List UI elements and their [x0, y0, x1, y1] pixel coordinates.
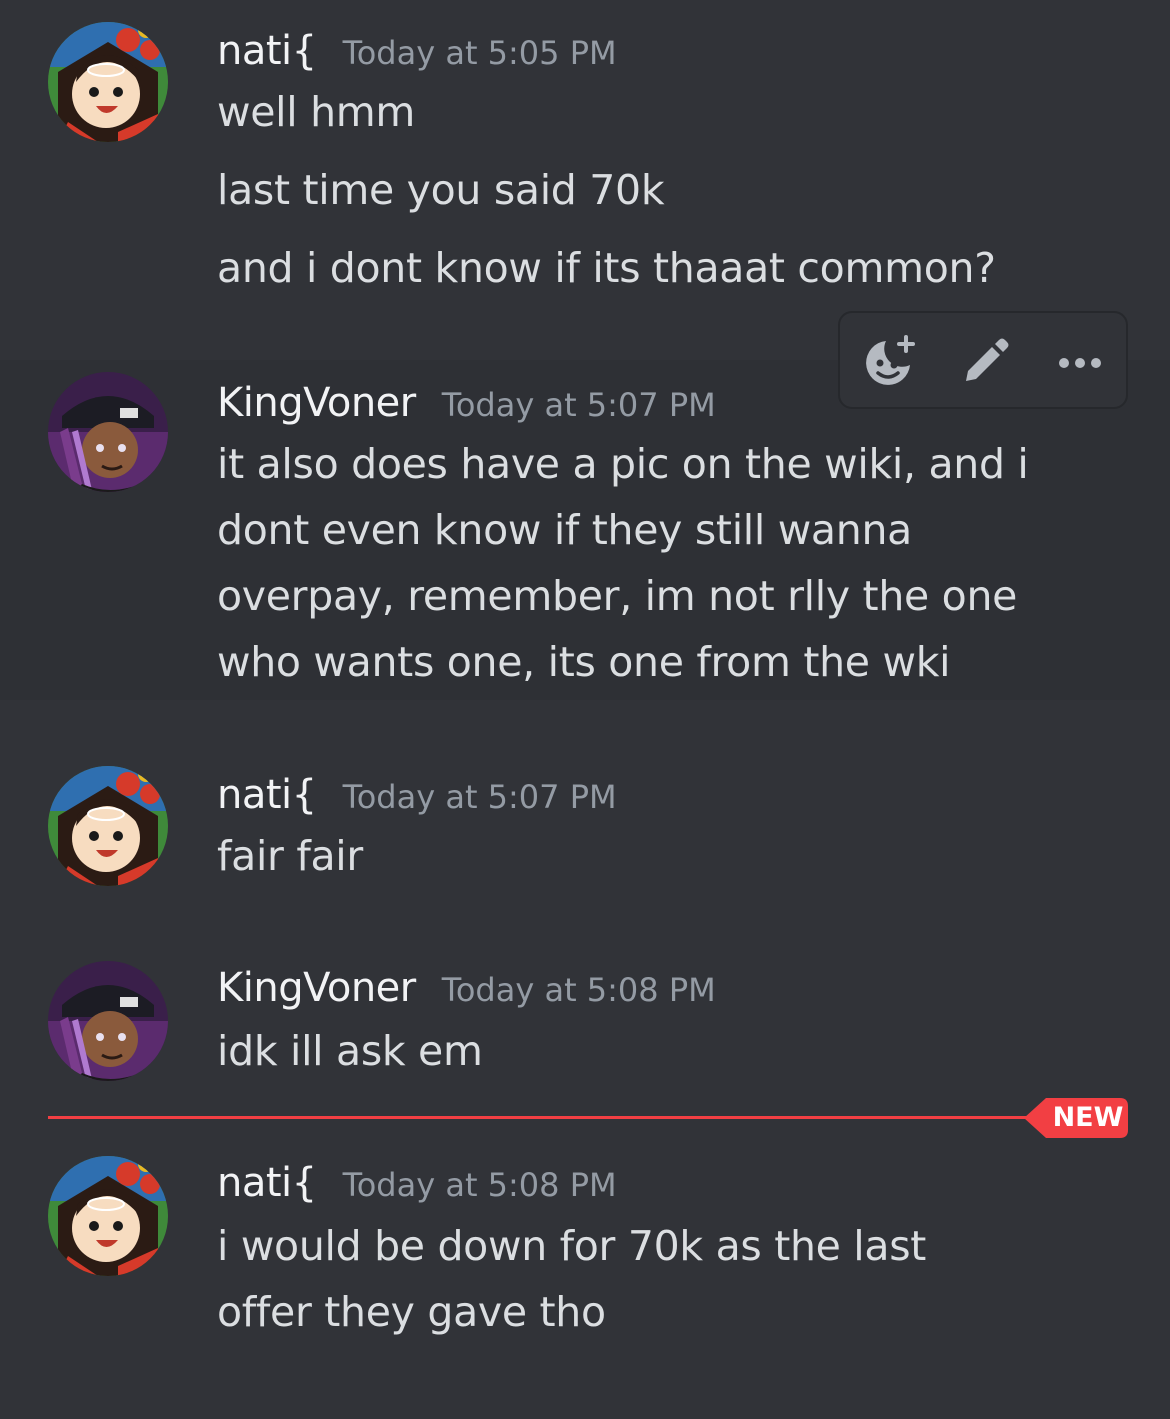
add-reaction-icon [866, 335, 915, 385]
more-options-button[interactable] [1052, 335, 1108, 391]
message-header: KingVoner Today at 5:07 PM [217, 380, 716, 426]
username[interactable]: nati{ [217, 772, 317, 818]
message-text: well hmm [217, 88, 416, 136]
message-group: nati{ Today at 5:08 PM i would be down fo… [0, 1140, 1170, 1380]
message-text: idk ill ask em [217, 1027, 483, 1075]
message-header: nati{ Today at 5:05 PM [217, 28, 617, 74]
message-text: overpay, remember, im not rlly the one [217, 572, 1018, 620]
new-badge-label: NEW [1052, 1102, 1124, 1133]
message-header: KingVoner Today at 5:08 PM [217, 965, 716, 1011]
message-text: it also does have a pic on the wiki, and… [217, 440, 1029, 488]
message-text: offer they gave tho [217, 1288, 606, 1336]
message-text: who wants one, its one from the wki [217, 638, 951, 686]
message-header: nati{ Today at 5:08 PM [217, 1160, 617, 1206]
username[interactable]: nati{ [217, 28, 317, 74]
username[interactable]: KingVoner [217, 965, 416, 1011]
cartoon-character-avatar[interactable] [48, 766, 168, 886]
timestamp: Today at 5:08 PM [342, 1166, 617, 1204]
timestamp: Today at 5:07 PM [342, 778, 617, 816]
message-group-hovered: KingVoner Today at 5:07 PM it also does h… [0, 360, 1170, 700]
edit-message-button[interactable] [956, 335, 1012, 391]
message-group: KingVoner Today at 5:08 PM idk ill ask em [0, 945, 1170, 1095]
message-text: fair fair [217, 832, 363, 880]
message-text: and i dont know if its thaaat common? [217, 244, 996, 292]
cartoon-character-avatar[interactable] [48, 1156, 168, 1276]
more-options-icon [1059, 358, 1101, 368]
chat-message-list: nati{ Today at 5:05 PM well hmm last time… [0, 0, 1170, 1419]
username[interactable]: nati{ [217, 1160, 317, 1206]
message-text: i would be down for 70k as the last [217, 1222, 927, 1270]
timestamp: Today at 5:05 PM [342, 34, 617, 72]
message-hover-toolbar [838, 311, 1128, 409]
message-text: dont even know if they still wanna [217, 506, 912, 554]
add-reaction-button[interactable] [860, 335, 916, 391]
anime-character-avatar[interactable] [48, 961, 168, 1081]
message-group: nati{ Today at 5:05 PM well hmm last time… [0, 0, 1170, 340]
anime-character-avatar[interactable] [48, 372, 168, 492]
message-group: nati{ Today at 5:07 PM fair fair [0, 750, 1170, 910]
new-messages-badge: NEW [1024, 1098, 1128, 1138]
cartoon-character-avatar[interactable] [48, 22, 168, 142]
edit-pencil-icon [966, 338, 1009, 381]
timestamp: Today at 5:08 PM [441, 971, 716, 1009]
timestamp: Today at 5:07 PM [441, 386, 716, 424]
username[interactable]: KingVoner [217, 380, 416, 426]
message-text: last time you said 70k [217, 166, 665, 214]
new-messages-divider [48, 1116, 1048, 1119]
message-header: nati{ Today at 5:07 PM [217, 772, 617, 818]
